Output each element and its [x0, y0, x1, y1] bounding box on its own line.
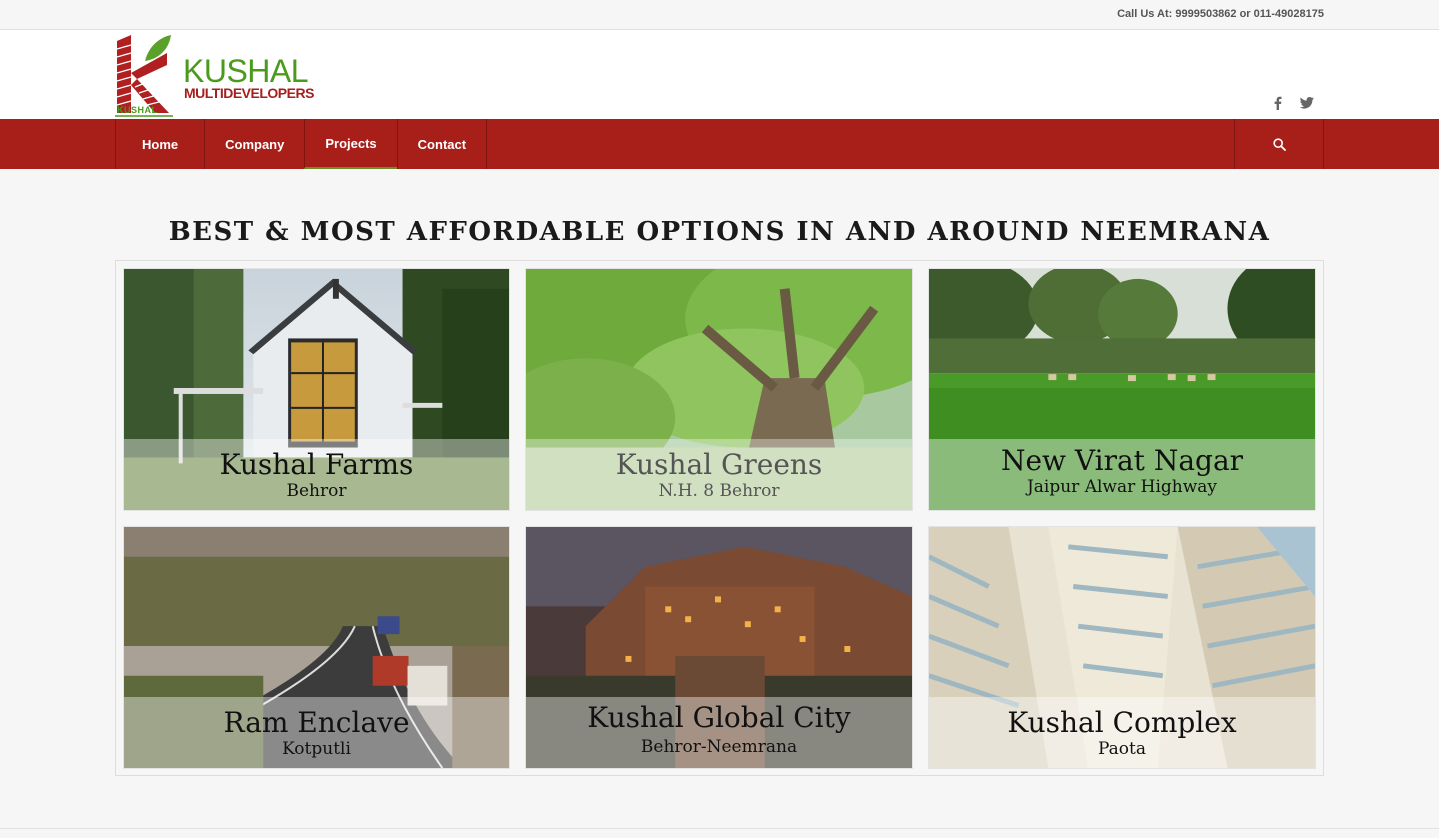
- search-icon: [1272, 137, 1286, 151]
- nav-item-projects[interactable]: Projects: [304, 119, 397, 169]
- project-caption: Kushal Global City Behror-Neemrana: [526, 697, 912, 768]
- logo-mark-label: KUSHAL: [117, 105, 158, 115]
- project-caption: Kushal Farms Behror: [124, 439, 509, 510]
- project-location: N.H. 8 Behror: [658, 481, 780, 501]
- project-card-new-virat-nagar[interactable]: New Virat Nagar Jaipur Alwar Highway: [928, 268, 1316, 511]
- nav-item-company[interactable]: Company: [204, 119, 304, 169]
- project-caption: Ram Enclave Kotputli: [124, 697, 509, 768]
- project-location: Jaipur Alwar Highway: [1026, 477, 1218, 497]
- site-header: KUSHAL KUSHAL MULTIDEVELOPERS: [0, 30, 1439, 119]
- search-button[interactable]: [1234, 119, 1324, 169]
- project-title: Ram Enclave: [223, 706, 410, 739]
- call-us-text: Call Us At: 9999503862 or 011-49028175: [1117, 8, 1324, 20]
- twitter-icon[interactable]: [1299, 96, 1314, 112]
- project-title: Kushal Complex: [1007, 706, 1237, 739]
- project-location: Paota: [1097, 739, 1146, 759]
- footer-divider: [0, 828, 1439, 829]
- nav-item-label: Contact: [417, 136, 467, 152]
- nav-item-contact[interactable]: Contact: [396, 119, 488, 169]
- nav-item-label: Company: [225, 136, 285, 152]
- top-bar: Call Us At: 9999503862 or 011-49028175: [0, 0, 1439, 30]
- site-logo[interactable]: KUSHAL KUSHAL MULTIDEVELOPERS: [115, 33, 330, 117]
- project-card-kushal-greens[interactable]: Kushal Greens N.H. 8 Behror: [525, 268, 913, 511]
- project-title: Kushal Greens: [615, 448, 823, 481]
- nav-item-home[interactable]: Home: [115, 119, 204, 169]
- project-card-kushal-farms[interactable]: Kushal Farms Behror: [123, 268, 510, 511]
- project-card-kushal-complex[interactable]: Kushal Complex Paota: [928, 526, 1316, 769]
- facebook-icon[interactable]: [1273, 96, 1282, 113]
- project-caption: Kushal Complex Paota: [929, 697, 1315, 768]
- project-location: Behror: [286, 481, 347, 501]
- main-nav: Home Company Projects Contact: [0, 119, 1439, 169]
- nav-item-label: Home: [142, 136, 179, 152]
- page-heading: BEST & MOST AFFORDABLE OPTIONS IN AND AR…: [168, 217, 1271, 247]
- project-title: New Virat Nagar: [1000, 444, 1244, 477]
- brand-tagline: MULTIDEVELOPERS: [184, 85, 314, 101]
- project-location: Behror-Neemrana: [640, 737, 798, 757]
- project-location: Kotputli: [282, 739, 351, 759]
- project-caption: Kushal Greens N.H. 8 Behror: [526, 439, 912, 510]
- projects-grid: Kushal Farms Behror Kushal Greens N.H. 8…: [115, 260, 1324, 776]
- project-card-kushal-global-city[interactable]: Kushal Global City Behror-Neemrana: [525, 526, 913, 769]
- project-title: Kushal Farms: [219, 448, 414, 481]
- nav-item-label: Projects: [325, 135, 377, 151]
- project-title: Kushal Global City: [587, 701, 851, 734]
- project-caption: New Virat Nagar Jaipur Alwar Highway: [929, 439, 1315, 510]
- project-card-ram-enclave[interactable]: Ram Enclave Kotputli: [123, 526, 510, 769]
